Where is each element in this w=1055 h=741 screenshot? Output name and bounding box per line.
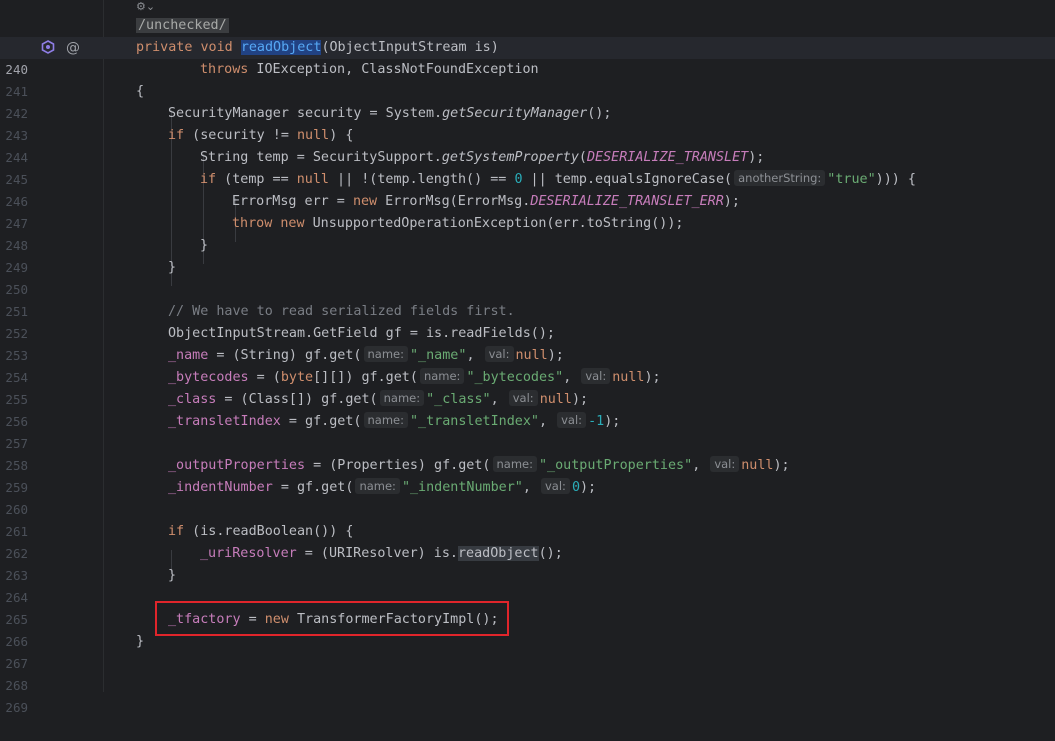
code-line[interactable]: 258 <box>0 433 1055 473</box>
code-line[interactable]: 255 _bytecodes = (byte[][]) gf.get(name:… <box>0 367 1055 407</box>
code-line[interactable]: 261 <box>0 499 1055 539</box>
code-line[interactable]: 269 <box>0 675 1055 715</box>
parameter-hint: name: <box>419 368 465 384</box>
ai-assistant-icon[interactable] <box>41 40 55 54</box>
code-line[interactable]: 241 throws IOException, ClassNotFoundExc… <box>0 59 1055 99</box>
code-line[interactable]: 244 if (security != null) { <box>0 125 1055 165</box>
code-line[interactable]: 239 /unchecked/ <box>0 15 1055 55</box>
code-text: _transletIndex = gf.get(name: "_transletI… <box>168 412 621 429</box>
code-text: if (temp == null || !(temp.length() == 0… <box>200 170 916 187</box>
code-text: _indentNumber = gf.get(name: "_indentNumb… <box>168 478 597 495</box>
code-text: _uriResolver = (URIResolver) is.readObje… <box>200 546 563 561</box>
code-text: _bytecodes = (byte[][]) gf.get(name: "_by… <box>168 368 661 385</box>
code-line[interactable]: 254 _name = (String) gf.get(name: "_name"… <box>0 345 1055 385</box>
code-line[interactable]: 268 <box>0 653 1055 693</box>
parameter-hint: val: <box>508 390 538 406</box>
parameter-hint: name: <box>379 390 425 406</box>
code-line[interactable]: 249 } <box>0 235 1055 275</box>
override-annotation-icon[interactable]: @ <box>65 37 81 59</box>
highlight-box <box>155 601 509 636</box>
code-text: SecurityManager security = System.getSec… <box>168 106 612 121</box>
parameter-hint: name: <box>492 456 537 472</box>
code-text: } <box>200 238 209 253</box>
parameter-hint: val: <box>710 456 740 472</box>
code-editor[interactable]: ⚙⌄ 239 /unchecked/ 240 @ private void re… <box>0 0 1055 715</box>
code-line[interactable]: 259 _outputProperties = (Properties) gf.… <box>0 455 1055 495</box>
parameter-hint: name: <box>363 412 408 428</box>
code-line[interactable]: 242 { <box>0 81 1055 121</box>
parameter-hint: name: <box>355 478 400 494</box>
code-text: } <box>168 568 177 583</box>
parameter-hint: val: <box>541 478 570 494</box>
code-text: _outputProperties = (Properties) gf.get(… <box>168 456 790 473</box>
parameter-hint: val: <box>557 412 587 428</box>
unchecked-annotation: /unchecked/ <box>136 18 229 33</box>
code-comment: // We have to read serialized fields fir… <box>168 304 515 319</box>
parameter-hint: name: <box>363 346 408 362</box>
code-text: throw new UnsupportedOperationException(… <box>232 216 684 231</box>
line-number: 269 <box>5 700 28 715</box>
code-line[interactable]: 247 ErrorMsg err = new ErrorMsg(ErrorMsg… <box>0 191 1055 231</box>
code-line[interactable]: 253 ObjectInputStream.GetField gf = is.r… <box>0 323 1055 363</box>
code-line[interactable]: 264 } <box>0 565 1055 605</box>
parameter-hint: val: <box>581 368 611 384</box>
code-text: private void readObject(ObjectInputStrea… <box>136 40 499 55</box>
code-line[interactable]: 262 if (is.readBoolean()) { <box>0 521 1055 561</box>
code-text: ErrorMsg err = new ErrorMsg(ErrorMsg.DES… <box>232 194 740 209</box>
code-line[interactable]: 250 } <box>0 257 1055 297</box>
code-line[interactable]: 252 // We have to read serialized fields… <box>0 301 1055 341</box>
parameter-hint: anotherString: <box>734 170 826 186</box>
code-line[interactable]: 257 _transletIndex = gf.get(name: "_trans… <box>0 411 1055 451</box>
code-line[interactable]: 256 _class = (Class[]) gf.get(name: "_cla… <box>0 389 1055 429</box>
code-line[interactable]: 246 if (temp == null || !(temp.length() … <box>0 169 1055 209</box>
code-text: if (is.readBoolean()) { <box>168 524 354 539</box>
code-text: if (security != null) { <box>168 128 354 143</box>
parameter-hint: val: <box>484 346 514 362</box>
code-text: } <box>136 634 145 649</box>
code-line[interactable]: 260 _indentNumber = gf.get(name: "_indent… <box>0 477 1055 517</box>
code-text: _class = (Class[]) gf.get(name: "_class",… <box>168 390 589 407</box>
code-text: _name = (String) gf.get(name: "_name", va… <box>168 346 564 363</box>
code-line[interactable]: 263 _uriResolver = (URIResolver) is.read… <box>0 543 1055 583</box>
code-text: } <box>168 260 177 275</box>
code-line[interactable]: 245 String temp = SecuritySupport.getSys… <box>0 147 1055 187</box>
code-line[interactable]: 243 SecurityManager security = System.ge… <box>0 103 1055 143</box>
code-line-current[interactable]: 240 @ private void readObject(ObjectInpu… <box>0 37 1055 77</box>
code-text: ObjectInputStream.GetField gf = is.readF… <box>168 326 555 341</box>
code-text: { <box>136 84 145 99</box>
code-line[interactable]: 248 throw new UnsupportedOperationExcept… <box>0 213 1055 253</box>
annotation-hint-icon[interactable]: ⚙⌄ <box>136 0 155 14</box>
code-text: String temp = SecuritySupport.getSystemP… <box>200 150 765 165</box>
code-text: throws IOException, ClassNotFoundExcepti… <box>200 62 539 77</box>
code-line[interactable]: 251 <box>0 279 1055 319</box>
